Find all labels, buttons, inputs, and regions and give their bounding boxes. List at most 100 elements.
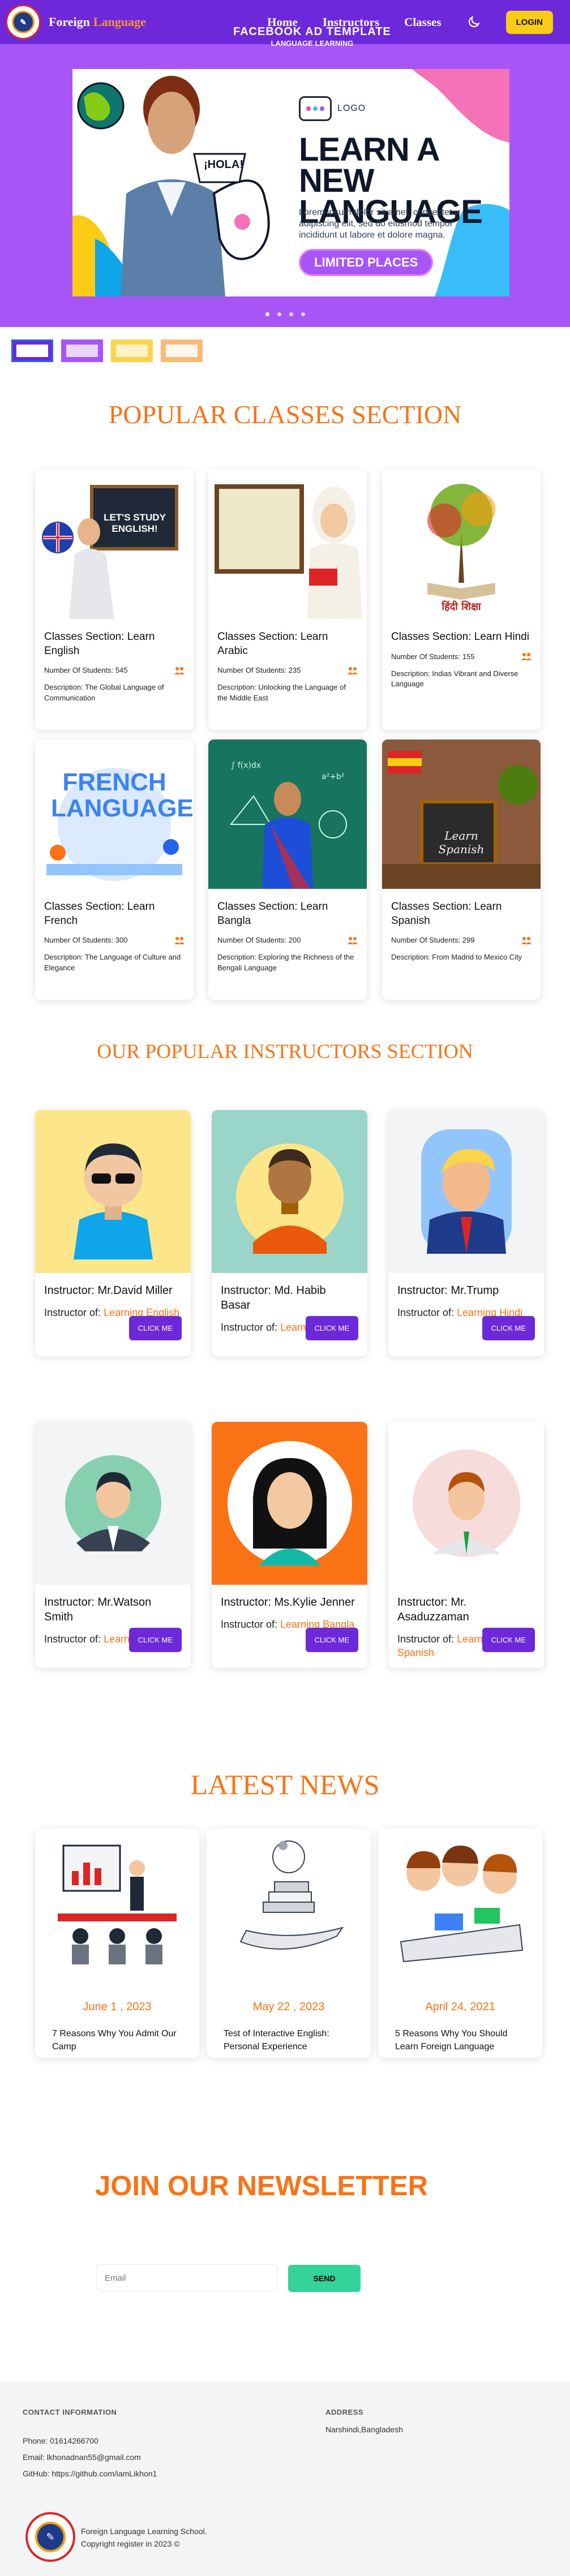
class-title: Classes Section: Learn Bangla bbox=[217, 901, 328, 927]
class-card-spanish[interactable]: Classes Section: Learn Spanish Number Of… bbox=[382, 739, 541, 1000]
news-title[interactable]: 7 Reasons Why You Admit Our Camp bbox=[35, 2027, 199, 2053]
class-title: Classes Section: Learn French bbox=[44, 901, 155, 927]
students-icon bbox=[348, 666, 358, 674]
click-me-button[interactable]: CLICK ME bbox=[482, 1316, 535, 1340]
footer-address: Narshindi,Bangladesh bbox=[325, 2425, 403, 2434]
students-count: Number Of Students: 545 bbox=[44, 666, 128, 675]
class-title: Classes Section: Learn English bbox=[44, 631, 155, 657]
students-icon bbox=[348, 936, 358, 944]
instructor-avatar bbox=[35, 1422, 191, 1585]
class-image bbox=[382, 470, 541, 619]
carousel-dot[interactable] bbox=[277, 312, 281, 316]
instructor-avatar bbox=[212, 1110, 367, 1273]
footer: CONTACT INFORMATION Phone: 01614266700 E… bbox=[0, 2382, 570, 2576]
footer-phone: Phone: 01614266700 bbox=[23, 2436, 98, 2445]
dark-mode-moon-icon[interactable] bbox=[466, 15, 481, 29]
carousel-dots[interactable] bbox=[0, 312, 570, 316]
news-section-title: LATEST NEWS bbox=[190, 1769, 380, 1800]
students-icon bbox=[521, 653, 532, 661]
click-me-button[interactable]: CLICK ME bbox=[128, 1628, 182, 1652]
hero-bubble-text: ¡HOLA! bbox=[204, 158, 243, 171]
newsletter-send-button[interactable]: SEND bbox=[288, 2265, 361, 2292]
footer-copyright: Copyright register in 2023 © bbox=[81, 2539, 180, 2548]
login-button[interactable]: LOGIN bbox=[505, 10, 553, 34]
class-card-english[interactable]: Classes Section: Learn English Number Of… bbox=[35, 470, 194, 730]
click-me-button[interactable]: CLICK ME bbox=[305, 1316, 358, 1340]
instructor-avatar bbox=[35, 1110, 191, 1273]
instructor-card[interactable]: Instructor: Md. Habib Basar Instructor o… bbox=[212, 1110, 367, 1356]
instructor-card[interactable]: Instructor: Ms.Kylie Jenner Instructor o… bbox=[212, 1422, 367, 1668]
news-date: June 1 , 2023 bbox=[83, 2001, 152, 2013]
hero-banner: ¡HOLA! LOGO LEARN A NEW LANGUAGE Lorem i… bbox=[72, 69, 509, 296]
news-card[interactable]: June 1 , 2023 7 Reasons Why You Admit Ou… bbox=[35, 1829, 199, 2058]
carousel-thumbnail[interactable] bbox=[11, 339, 53, 362]
news-card[interactable]: May 22 , 2023 Test of Interactive Englis… bbox=[207, 1829, 371, 2058]
brand-name-part2: Language bbox=[93, 15, 146, 29]
instructor-card[interactable]: Instructor: Mr.David Miller Instructor o… bbox=[35, 1110, 191, 1356]
avatar-man-orange-shirt-icon bbox=[235, 1143, 344, 1254]
footer-logo[interactable]: ✎ bbox=[25, 2512, 75, 2562]
instructor-card[interactable]: Instructor: Mr. Asaduzzaman Instructor o… bbox=[388, 1422, 544, 1668]
students-icon bbox=[174, 936, 185, 944]
carousel-thumbnail[interactable] bbox=[161, 339, 203, 362]
class-card-bangla[interactable]: ∫ f(x)dx a²+b² Classes Section: Learn Ban… bbox=[208, 739, 367, 1000]
students-count: Number Of Students: 299 bbox=[391, 936, 475, 945]
students-icon bbox=[174, 666, 185, 674]
arabic-teacher-illustration bbox=[208, 470, 367, 619]
avatar-man-tie-icon bbox=[412, 1450, 520, 1557]
newsletter-email-input[interactable] bbox=[96, 2264, 277, 2291]
footer-address-heading: ADDRESS bbox=[325, 2408, 364, 2416]
avatar-sunglasses-man-icon bbox=[73, 1143, 153, 1259]
carousel-thumbnail[interactable] bbox=[111, 339, 153, 362]
class-description: Description: From Madrid to Mexico City bbox=[391, 953, 522, 962]
footer-github[interactable]: GitHub: https://github.com/iamLikhon1 bbox=[23, 2469, 157, 2478]
instructor-name: Instructor: Mr.David Miller bbox=[44, 1284, 173, 1297]
classroom-illustration bbox=[35, 470, 194, 619]
instructor-name: Instructor: Mr. Asaduzzaman bbox=[397, 1596, 469, 1623]
class-title: Classes Section: Learn Spanish bbox=[391, 901, 502, 927]
brand-name-part1: Foreign bbox=[49, 15, 90, 29]
chalkboard-text: Learn Spanish bbox=[438, 829, 485, 856]
hero-section: ¡HOLA! LOGO LEARN A NEW LANGUAGE Lorem i… bbox=[0, 0, 570, 327]
instructor-name: Instructor: Mr.Watson Smith bbox=[44, 1596, 152, 1623]
logo-emblem-icon: ✎ bbox=[35, 2522, 66, 2552]
carousel-thumbnail[interactable] bbox=[61, 339, 103, 362]
bangla-teacher-photo: ∫ f(x)dx a²+b² bbox=[208, 739, 367, 889]
class-image bbox=[35, 470, 194, 619]
footer-email[interactable]: Email: lkhonadnan55@gmail.com bbox=[23, 2453, 141, 2462]
news-card[interactable]: April 24, 2021 5 Reasons Why You Should … bbox=[378, 1829, 542, 2058]
news-date: May 22 , 2023 bbox=[252, 2001, 325, 2013]
instructor-card[interactable]: Instructor: Mr.Watson Smith Instructor o… bbox=[35, 1422, 191, 1668]
news-image bbox=[35, 1829, 199, 1970]
class-description: Description: Unlocking the Language of t… bbox=[217, 683, 346, 702]
news-title[interactable]: Test of Interactive English: Personal Ex… bbox=[207, 2027, 371, 2053]
instructor-avatar bbox=[388, 1422, 544, 1585]
tree-book-illustration bbox=[382, 470, 541, 619]
hero-ad-line2: LANGUAGE LEARNING bbox=[271, 39, 354, 48]
carousel-dot[interactable] bbox=[301, 312, 305, 316]
click-me-button[interactable]: CLICK ME bbox=[305, 1628, 358, 1652]
click-me-button[interactable]: CLICK ME bbox=[128, 1316, 182, 1340]
news-title[interactable]: 5 Reasons Why You Should Learn Foreign L… bbox=[378, 2027, 542, 2053]
svg-text:a²+b²: a²+b² bbox=[322, 772, 344, 781]
site-logo[interactable]: ✎ bbox=[6, 5, 41, 40]
carousel-dot[interactable] bbox=[289, 312, 293, 316]
french-banner-text: FRENCH LANGUAGE bbox=[51, 768, 194, 823]
class-description: Description: Indias Vibrant and Diverse … bbox=[391, 669, 518, 688]
hero-ad-caption: FACEBOOK AD TEMPLATE LANGUAGE LEARNING bbox=[233, 26, 391, 47]
hero-headline-line1: LEARN A NEW bbox=[299, 131, 439, 200]
newsletter-title: JOIN OUR NEWSLETTER bbox=[95, 2171, 428, 2201]
click-me-button[interactable]: CLICK ME bbox=[482, 1628, 535, 1652]
instructor-card[interactable]: Instructor: Mr.Trump Instructor of: Lear… bbox=[388, 1110, 544, 1356]
class-card-arabic[interactable]: Classes Section: Learn Arabic Number Of … bbox=[208, 470, 367, 730]
students-count: Number Of Students: 235 bbox=[217, 666, 301, 675]
footer-contact-heading: CONTACT INFORMATION bbox=[23, 2408, 117, 2416]
class-title: Classes Section: Learn Hindi bbox=[391, 631, 529, 643]
carousel-dot[interactable] bbox=[265, 312, 269, 316]
class-title: Classes Section: Learn Arabic bbox=[217, 631, 328, 657]
brand-name[interactable]: Foreign Language bbox=[49, 15, 146, 29]
class-image: ∫ f(x)dx a²+b² bbox=[208, 739, 367, 889]
avatar-woman-icon bbox=[227, 1441, 352, 1566]
hand-books-sketch-illustration bbox=[239, 1840, 344, 1950]
nav-link-classes[interactable]: Classes bbox=[404, 15, 441, 29]
